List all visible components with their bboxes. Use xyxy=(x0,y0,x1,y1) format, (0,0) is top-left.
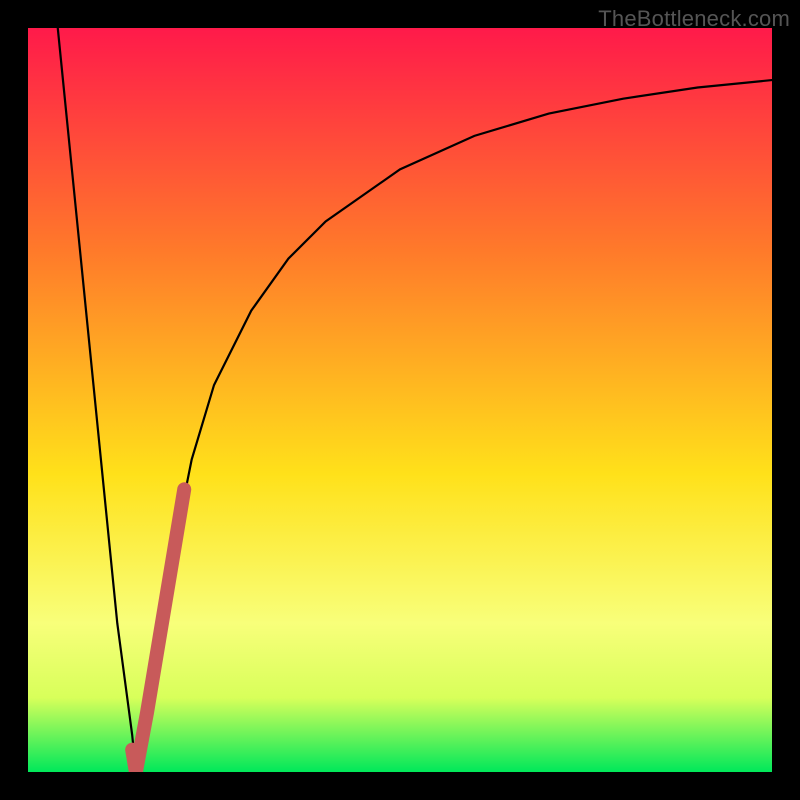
chart-frame xyxy=(28,28,772,772)
gradient-background xyxy=(28,28,772,772)
chart-svg xyxy=(28,28,772,772)
